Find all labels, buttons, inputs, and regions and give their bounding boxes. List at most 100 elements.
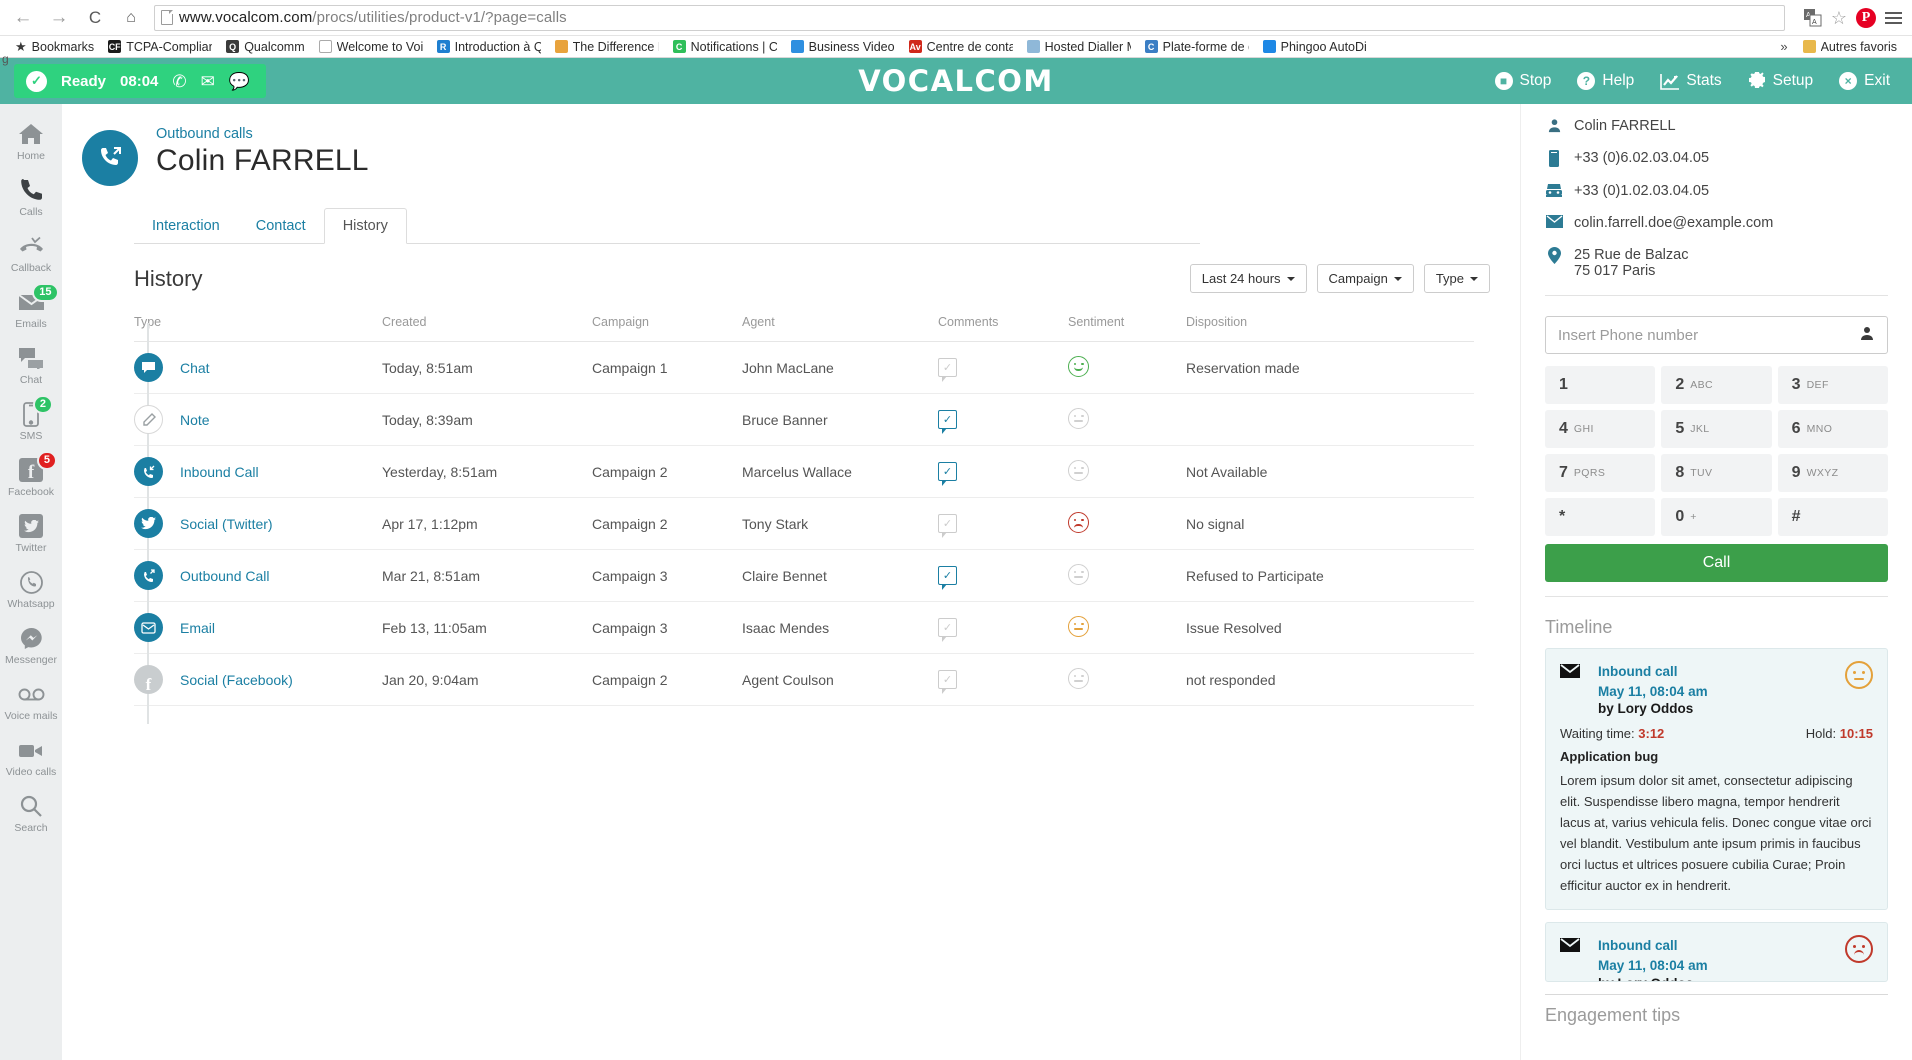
- time-range-filter[interactable]: Last 24 hours: [1190, 264, 1307, 293]
- call-button[interactable]: Call: [1545, 544, 1888, 582]
- campaign-filter[interactable]: Campaign: [1317, 264, 1414, 293]
- agent-status-pill[interactable]: ✓ Ready 08:04 ✆ ✉ 💬: [14, 64, 266, 98]
- sidebar-item-facebook[interactable]: f5Facebook: [0, 448, 62, 504]
- sidebar-item-search[interactable]: Search: [0, 784, 62, 840]
- timeline-card[interactable]: Inbound callMay 11, 08:04 amby Lory Oddo…: [1545, 648, 1888, 910]
- table-row[interactable]: NoteToday, 8:39amBruce Banner✓: [134, 394, 1474, 446]
- bookmark-item[interactable]: CFTCPA-Compliant Outb: [101, 40, 219, 54]
- tab-history[interactable]: History: [324, 208, 407, 244]
- browser-menu-icon[interactable]: [1885, 12, 1902, 24]
- dialpad-key-0[interactable]: 0+: [1661, 498, 1771, 536]
- bookmark-item[interactable]: Phingoo AutoDialer -: [1256, 40, 1374, 54]
- translate-icon[interactable]: AA: [1803, 8, 1822, 27]
- bookmark-item[interactable]: RIntroduction à Quip -: [430, 40, 548, 54]
- dialpad-key-7[interactable]: 7PQRS: [1545, 454, 1655, 492]
- phone-icon[interactable]: ✆: [172, 73, 186, 90]
- person-icon[interactable]: [1859, 325, 1875, 346]
- dialpad-key-6[interactable]: 6MNO: [1778, 410, 1888, 448]
- back-button[interactable]: ←: [10, 5, 36, 31]
- type-link[interactable]: Outbound Call: [180, 568, 270, 584]
- sidebar-item-whatsapp[interactable]: Whatsapp: [0, 560, 62, 616]
- bookmark-item[interactable]: Welcome to Voice4ne: [312, 40, 430, 54]
- comment-icon[interactable]: ✓: [938, 670, 957, 689]
- dialpad-key-4[interactable]: 4GHI: [1545, 410, 1655, 448]
- bookmark-label: Notifications | Contac: [691, 40, 777, 54]
- home-icon[interactable]: ⌂: [118, 5, 144, 31]
- sidebar-item-chat[interactable]: Chat: [0, 336, 62, 392]
- bookmark-item[interactable]: AvCentre de contacts - A: [902, 40, 1020, 54]
- type-link[interactable]: Inbound Call: [180, 464, 259, 480]
- forward-button[interactable]: →: [46, 5, 72, 31]
- sidebar-item-emails[interactable]: 15Emails: [0, 280, 62, 336]
- sidebar-item-calls[interactable]: Calls: [0, 168, 62, 224]
- key-number: 2: [1675, 376, 1684, 394]
- sidebar-item-voice-mails[interactable]: Voice mails: [0, 672, 62, 728]
- address-bar[interactable]: www.vocalcom.com/procs/utilities/product…: [154, 5, 1785, 31]
- comment-icon[interactable]: ✓: [938, 566, 957, 585]
- header-action-stop[interactable]: ■Stop: [1495, 72, 1552, 90]
- tab-contact[interactable]: Contact: [238, 209, 324, 243]
- dialpad-key-8[interactable]: 8TUV: [1661, 454, 1771, 492]
- type-link[interactable]: Social (Facebook): [180, 672, 293, 688]
- agent-cell: Claire Bennet: [742, 550, 938, 602]
- dialpad-key-#[interactable]: #: [1778, 498, 1888, 536]
- chat-bubble-icon[interactable]: 💬: [229, 73, 250, 90]
- bookmark-item[interactable]: C Notifications | Contac: [666, 40, 784, 54]
- type-link[interactable]: Chat: [180, 360, 210, 376]
- table-row[interactable]: EmailFeb 13, 11:05amCampaign 3Isaac Mend…: [134, 602, 1474, 654]
- header-action-exit[interactable]: ×Exit: [1839, 72, 1890, 90]
- bookmark-item[interactable]: CPlate-forme de gestio: [1138, 40, 1256, 54]
- pinterest-extension-icon[interactable]: P: [1856, 8, 1876, 28]
- key-number: #: [1792, 508, 1801, 526]
- sidebar-item-sms[interactable]: 2SMS: [0, 392, 62, 448]
- bookmark-item[interactable]: Business Video Confe: [784, 40, 902, 54]
- timeline-card[interactable]: Inbound callMay 11, 08:04 amby Lory Oddo…: [1545, 922, 1888, 982]
- table-row[interactable]: ChatToday, 8:51amCampaign 1John MacLane✓…: [134, 342, 1474, 394]
- header-action-stats[interactable]: Stats: [1660, 72, 1721, 90]
- dialpad-key-3[interactable]: 3DEF: [1778, 366, 1888, 404]
- type-link[interactable]: Email: [180, 620, 215, 636]
- bookmark-star-icon[interactable]: ☆: [1831, 9, 1847, 27]
- type-filter[interactable]: Type: [1424, 264, 1490, 293]
- dialpad-key-9[interactable]: 9WXYZ: [1778, 454, 1888, 492]
- comment-icon[interactable]: ✓: [938, 462, 957, 481]
- reload-icon[interactable]: C: [82, 5, 108, 31]
- comment-icon[interactable]: ✓: [938, 618, 957, 637]
- table-row[interactable]: fSocial (Facebook)Jan 20, 9:04amCampaign…: [134, 654, 1474, 706]
- comment-icon[interactable]: ✓: [938, 358, 957, 377]
- header-action-setup[interactable]: Setup: [1748, 72, 1814, 90]
- table-row[interactable]: Social (Twitter)Apr 17, 1:12pmCampaign 2…: [134, 498, 1474, 550]
- bookmarks-overflow-button[interactable]: »: [1772, 39, 1795, 54]
- other-bookmarks-folder[interactable]: Autres favoris: [1796, 40, 1904, 54]
- browser-toolbar: ← → C ⌂ www.vocalcom.com/procs/utilities…: [0, 0, 1912, 36]
- comment-icon[interactable]: ✓: [938, 514, 957, 533]
- campaign-cell: Campaign 1: [592, 342, 742, 394]
- type-link[interactable]: Note: [180, 412, 210, 428]
- timeline-date: May 11, 08:04 am: [1598, 956, 1708, 976]
- comment-icon[interactable]: ✓: [938, 410, 957, 429]
- table-row[interactable]: Inbound CallYesterday, 8:51amCampaign 2M…: [134, 446, 1474, 498]
- bookmark-item[interactable]: The Difference Betwe: [548, 40, 666, 54]
- voicemail-icon: [18, 681, 45, 707]
- sidebar-item-messenger[interactable]: Messenger: [0, 616, 62, 672]
- type-link[interactable]: Social (Twitter): [180, 516, 273, 532]
- tab-interaction[interactable]: Interaction: [134, 209, 238, 243]
- phone-number-input[interactable]: Insert Phone number: [1545, 316, 1888, 354]
- agent-cell: Marcelus Wallace: [742, 446, 938, 498]
- envelope-icon[interactable]: ✉: [201, 73, 215, 90]
- sidebar-item-home[interactable]: Home: [0, 112, 62, 168]
- dialpad-key-*[interactable]: *: [1545, 498, 1655, 536]
- table-row[interactable]: Outbound CallMar 21, 8:51amCampaign 3Cla…: [134, 550, 1474, 602]
- sidebar-item-video-calls[interactable]: Video calls: [0, 728, 62, 784]
- bookmark-item[interactable]: Hosted Dialler Manag: [1020, 40, 1138, 54]
- dialpad-key-2[interactable]: 2ABC: [1661, 366, 1771, 404]
- sidebar-item-callback[interactable]: Callback: [0, 224, 62, 280]
- dialpad-key-5[interactable]: 5JKL: [1661, 410, 1771, 448]
- main-content: Outbound calls Colin FARRELL Interaction…: [62, 104, 1520, 1060]
- favicon-icon: C: [673, 40, 686, 53]
- bookmarks-folder[interactable]: ★ Bookmarks: [8, 40, 101, 54]
- bookmark-item[interactable]: QQualcomm: [219, 40, 311, 54]
- dialpad-key-1[interactable]: 1: [1545, 366, 1655, 404]
- sidebar-item-twitter[interactable]: Twitter: [0, 504, 62, 560]
- header-action-help[interactable]: ?Help: [1577, 72, 1634, 90]
